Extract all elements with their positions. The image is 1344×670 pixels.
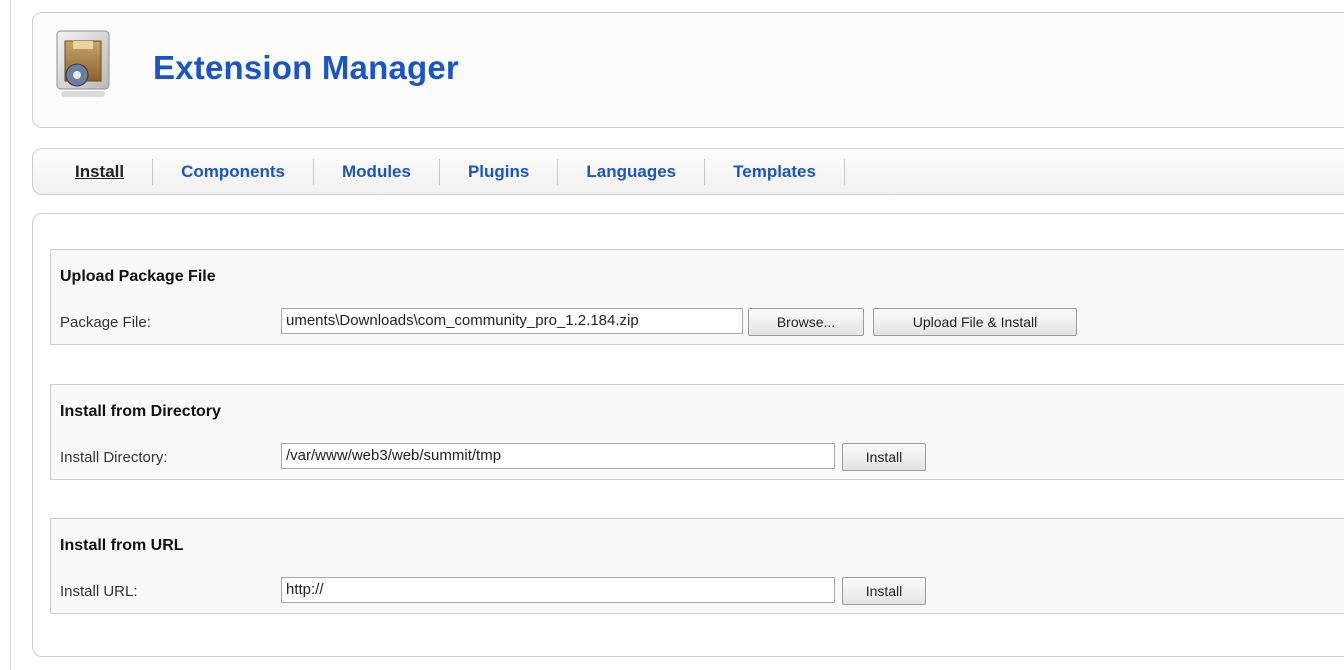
tab-install[interactable]: Install [55, 158, 154, 185]
tab-languages[interactable]: Languages [558, 158, 706, 185]
browse-button[interactable]: Browse... [748, 308, 864, 336]
install-url-label: Install URL: [60, 583, 138, 600]
section-title: Upload Package File [60, 268, 216, 285]
package-file-label: Package File: [60, 314, 151, 331]
section-title: Install from Directory [60, 403, 221, 420]
left-border-line [10, 0, 11, 670]
tab-plugins[interactable]: Plugins [440, 158, 559, 185]
install-directory-label: Install Directory: [60, 449, 168, 466]
tab-bar: Install Components Modules Plugins Langu… [32, 148, 1344, 195]
tab-components[interactable]: Components [153, 158, 315, 185]
install-url-button[interactable]: Install [842, 577, 926, 605]
install-directory-input[interactable]: /var/www/web3/web/summit/tmp [281, 443, 835, 469]
install-url-section: Install from URL Install URL: http:// In… [50, 518, 1344, 614]
extension-box-icon [56, 30, 110, 97]
upload-install-button[interactable]: Upload File & Install [873, 308, 1077, 336]
upload-package-section: Upload Package File Package File: uments… [50, 249, 1344, 345]
install-url-input[interactable]: http:// [281, 577, 835, 603]
tab-modules[interactable]: Modules [314, 158, 440, 185]
page-title: Extension Manager [153, 49, 459, 86]
install-directory-button[interactable]: Install [842, 443, 926, 471]
install-directory-section: Install from Directory Install Directory… [50, 384, 1344, 480]
header-panel: Extension Manager [32, 12, 1344, 128]
tab-list: Install Components Modules Plugins Langu… [55, 149, 845, 194]
tab-templates[interactable]: Templates [705, 158, 845, 185]
extension-manager-page: Extension Manager Install Components Mod… [0, 0, 1344, 670]
package-file-input[interactable]: uments\Downloads\com_community_pro_1.2.1… [281, 308, 743, 334]
section-title: Install from URL [60, 537, 184, 554]
